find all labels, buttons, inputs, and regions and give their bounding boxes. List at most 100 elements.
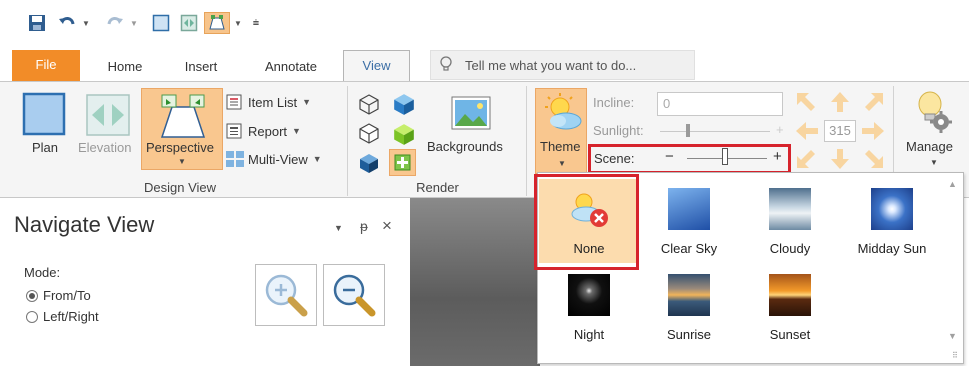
undo-dropdown-icon[interactable]: ▼ bbox=[80, 12, 92, 34]
panel-menu-icon[interactable]: ▼ bbox=[334, 223, 343, 233]
elevation-icon[interactable] bbox=[86, 94, 130, 136]
arrow-up-right-icon[interactable] bbox=[863, 91, 885, 116]
item-list-icon bbox=[226, 94, 242, 110]
gallery-item-sunset[interactable]: Sunset bbox=[740, 265, 840, 349]
rotation-value[interactable]: 315 bbox=[824, 120, 856, 142]
manage-button[interactable]: Manage bbox=[906, 139, 953, 154]
multi-view-icon bbox=[226, 151, 244, 167]
tab-insert[interactable]: Insert bbox=[170, 54, 232, 82]
arrow-left-icon[interactable] bbox=[795, 120, 819, 145]
render-group-label: Render bbox=[416, 180, 459, 195]
dark-cube-icon[interactable] bbox=[358, 152, 380, 177]
manage-dropdown-icon[interactable]: ▼ bbox=[930, 158, 938, 167]
arrow-up-icon[interactable] bbox=[829, 91, 851, 116]
plan-icon[interactable] bbox=[22, 92, 68, 138]
tab-annotate[interactable]: Annotate bbox=[246, 54, 336, 82]
arrow-down-right-icon[interactable] bbox=[863, 148, 885, 173]
manage-icon[interactable] bbox=[914, 90, 954, 137]
gallery-item-label: Sunrise bbox=[666, 327, 712, 342]
plan-view-icon[interactable] bbox=[150, 12, 172, 34]
report-button[interactable]: Report ▼ bbox=[226, 120, 301, 142]
tab-view[interactable]: View bbox=[343, 50, 410, 83]
cloudy-thumbnail bbox=[769, 188, 811, 230]
arrow-down-icon[interactable] bbox=[829, 148, 851, 173]
ribbon-separator bbox=[526, 86, 527, 196]
tab-home[interactable]: Home bbox=[95, 54, 155, 82]
lightbulb-icon bbox=[439, 55, 455, 75]
redo-icon[interactable] bbox=[104, 12, 126, 34]
perspective-view-icon[interactable] bbox=[204, 12, 230, 34]
left-right-label: Left/Right bbox=[43, 309, 99, 324]
backgrounds-button[interactable]: Backgrounds bbox=[427, 139, 503, 154]
plan-button[interactable]: Plan bbox=[32, 140, 58, 155]
perspective-icon bbox=[158, 93, 208, 142]
scene-gallery-dropdown: None Clear Sky Cloudy Midday Sun Night S… bbox=[534, 172, 964, 364]
gallery-item-midday-sun[interactable]: Midday Sun bbox=[842, 179, 942, 263]
item-list-label: Item List bbox=[248, 94, 298, 110]
multi-view-dropdown-icon: ▼ bbox=[312, 154, 322, 164]
ribbon-separator bbox=[347, 86, 348, 196]
sunlight-label: Sunlight: bbox=[593, 123, 644, 138]
arrow-right-icon[interactable] bbox=[861, 120, 885, 145]
gallery-item-label: Clear Sky bbox=[660, 241, 718, 256]
zoom-out-button[interactable] bbox=[323, 264, 385, 326]
gallery-item-cloudy[interactable]: Cloudy bbox=[740, 179, 840, 263]
view-dropdown-icon[interactable]: ▼ bbox=[232, 12, 244, 34]
midday-sun-thumbnail bbox=[871, 188, 913, 230]
outline-cube-icon[interactable] bbox=[358, 122, 380, 147]
item-list-button[interactable]: Item List ▼ bbox=[226, 91, 311, 113]
sunset-thumbnail bbox=[769, 274, 811, 316]
green-cube-icon[interactable] bbox=[392, 122, 416, 149]
sunlight-plus-button[interactable]: + bbox=[776, 122, 784, 137]
customize-toolbar-icon[interactable]: ⩧ bbox=[250, 12, 262, 34]
sunlight-slider-track[interactable] bbox=[660, 131, 770, 132]
left-right-radio[interactable]: Left/Right bbox=[26, 309, 99, 324]
from-to-radio[interactable]: From/To bbox=[26, 288, 91, 303]
panel-pin-icon[interactable]: ᵽ bbox=[360, 218, 368, 234]
shaded-blue-cube-icon[interactable] bbox=[392, 92, 416, 119]
arrow-down-left-icon[interactable] bbox=[795, 148, 817, 173]
gallery-scroll-up-icon[interactable]: ▲ bbox=[948, 179, 957, 189]
mode-label: Mode: bbox=[24, 265, 61, 280]
arrow-up-left-icon[interactable] bbox=[795, 91, 817, 116]
clear-sky-thumbnail bbox=[668, 188, 710, 230]
save-icon[interactable] bbox=[26, 12, 48, 34]
tab-file[interactable]: File bbox=[12, 50, 80, 82]
zoom-in-button[interactable] bbox=[255, 264, 317, 326]
design-view-group-label: Design View bbox=[143, 180, 217, 195]
from-to-label: From/To bbox=[43, 288, 91, 303]
item-list-dropdown-icon: ▼ bbox=[302, 97, 312, 107]
report-label: Report bbox=[248, 123, 288, 139]
render-add-icon[interactable] bbox=[389, 149, 416, 176]
elevation-button[interactable]: Elevation bbox=[78, 140, 131, 155]
perspective-button[interactable]: Perspective ▼ bbox=[141, 88, 223, 170]
zoom-in-icon bbox=[265, 274, 308, 317]
elevation-view-icon[interactable] bbox=[178, 12, 200, 34]
3d-viewport[interactable] bbox=[410, 198, 540, 366]
tell-me-search[interactable]: Tell me what you want to do... bbox=[430, 50, 695, 80]
gallery-resize-grip-icon[interactable]: ⠿ bbox=[952, 351, 958, 360]
theme-button[interactable]: Theme ▼ bbox=[535, 88, 587, 174]
gallery-item-clear-sky[interactable]: Clear Sky bbox=[639, 179, 739, 263]
gallery-item-sunrise[interactable]: Sunrise bbox=[639, 265, 739, 349]
radio-selected-icon bbox=[26, 289, 38, 302]
multi-view-button[interactable]: Multi-View ▼ bbox=[226, 148, 322, 170]
gallery-scroll-down-icon[interactable]: ▼ bbox=[948, 331, 957, 341]
gallery-item-label: Sunset bbox=[769, 327, 811, 342]
wireframe-cube-icon[interactable] bbox=[358, 93, 380, 118]
redo-dropdown-icon[interactable]: ▼ bbox=[128, 12, 140, 34]
sunlight-slider-thumb[interactable] bbox=[686, 124, 690, 137]
quick-access-toolbar: ▼ ▼ ▼ ⩧ bbox=[0, 0, 969, 46]
navigate-view-panel: Navigate View ▼ ᵽ × Mode: From/To Left/R… bbox=[0, 198, 410, 366]
perspective-label: Perspective bbox=[146, 140, 214, 155]
report-icon bbox=[226, 123, 242, 139]
multi-view-label: Multi-View bbox=[248, 151, 308, 167]
backgrounds-icon[interactable] bbox=[451, 94, 491, 137]
night-thumbnail bbox=[568, 274, 610, 316]
undo-icon[interactable] bbox=[56, 12, 78, 34]
gallery-item-label: Cloudy bbox=[769, 241, 811, 256]
panel-close-icon[interactable]: × bbox=[382, 216, 392, 236]
gallery-item-night[interactable]: Night bbox=[539, 265, 639, 349]
incline-label: Incline: bbox=[593, 95, 635, 110]
incline-input[interactable]: 0 bbox=[657, 92, 783, 116]
